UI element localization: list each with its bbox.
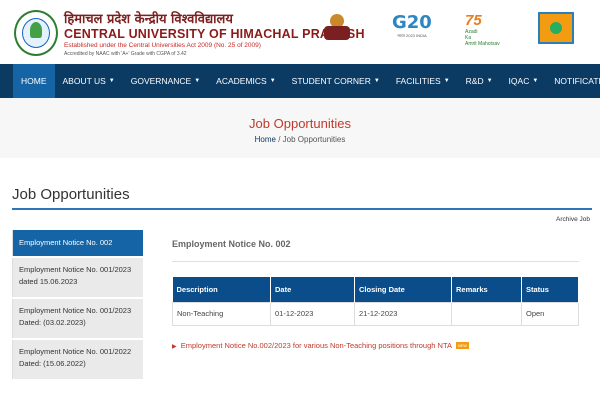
- breadcrumb-home-link[interactable]: Home: [255, 135, 276, 144]
- cell-remarks: [451, 301, 522, 326]
- notice-link-line: ▶ Employment Notice No.002/2023 for vari…: [172, 341, 582, 350]
- new-badge: NEW: [455, 342, 469, 350]
- table-header-remarks: Remarks: [451, 277, 522, 302]
- chevron-down-icon: ▼: [269, 78, 276, 84]
- nav-iqac-label: IQAC: [508, 76, 530, 86]
- azadi-number: 75: [465, 12, 482, 29]
- nav-r-and-d-label: R&D: [465, 76, 484, 86]
- breadcrumb-separator: /: [278, 135, 281, 144]
- archive-job-link[interactable]: Archive Job: [556, 216, 590, 223]
- g20-text: G20: [392, 12, 432, 33]
- sidebar-item-label: Employment Notice No. 001/2023 dated 15.…: [19, 265, 132, 286]
- notice-title: Employment Notice No. 002: [172, 239, 291, 249]
- cell-closing-date: 21-12-2023: [354, 301, 452, 326]
- nav-facilities[interactable]: FACILITIES ▼: [388, 64, 458, 98]
- chevron-down-icon: ▼: [532, 78, 539, 84]
- sidebar-item-notice-002[interactable]: Employment Notice No. 002: [12, 230, 143, 256]
- university-logo-icon[interactable]: [14, 10, 58, 56]
- employment-notice-link[interactable]: Employment Notice No.002/2023 for variou…: [181, 341, 452, 350]
- breadcrumb: Home / Job Opportunities: [0, 135, 600, 144]
- sidebar-item-notice-001-2022[interactable]: Employment Notice No. 001/2022 Dated: (1…: [12, 340, 143, 379]
- table-header-description: Description: [172, 277, 271, 302]
- table-header-status: Status: [521, 277, 579, 302]
- g20-subtitle: भारत 2023 INDIA: [397, 33, 427, 38]
- table-header-closing-date: Closing Date: [354, 277, 452, 302]
- page-title: Job Opportunities: [249, 116, 351, 131]
- state-emblem-icon: [538, 12, 574, 44]
- sidebar-item-notice-001-2023-feb[interactable]: Employment Notice No. 001/2023 Dated: (0…: [12, 299, 143, 338]
- notice-content: Employment Notice No. 002 Description Da…: [172, 230, 582, 350]
- job-table: Description Date Closing Date Remarks St…: [172, 277, 579, 326]
- nav-facilities-label: FACILITIES: [395, 76, 441, 86]
- nav-home-label: HOME: [21, 76, 47, 86]
- g20-logo: G20 भारत 2023 INDIA: [392, 12, 432, 39]
- table-header-date: Date: [270, 277, 355, 302]
- nav-about-us-label: ABOUT US: [62, 76, 106, 86]
- nav-notification[interactable]: NOTIFICATION▼: [546, 64, 600, 98]
- chevron-down-icon: ▼: [373, 78, 380, 84]
- main-navbar: HOME ABOUT US ▼ GOVERNANCE ▼ ACADEMICS ▼ ST…: [0, 64, 600, 98]
- sidebar-item-label: Employment Notice No. 001/2023 Dated: (0…: [19, 306, 132, 327]
- chevron-down-icon: ▼: [194, 78, 201, 84]
- emblem-icon: [322, 14, 352, 42]
- nav-r-and-d[interactable]: R&D ▼: [458, 64, 501, 98]
- breadcrumb-current: Job Opportunities: [282, 135, 346, 144]
- site-header: हिमाचल प्रदेश केन्द्रीय विश्वविद्यालय CE…: [0, 0, 600, 64]
- azadi-line-3: Amrit Mahotsav: [465, 41, 500, 47]
- page-banner: Job Opportunities Home / Job Opportuniti…: [0, 98, 600, 158]
- chevron-down-icon: ▼: [486, 78, 493, 84]
- chevron-down-icon: ▼: [108, 78, 115, 84]
- nav-academics[interactable]: ACADEMICS ▼: [208, 64, 284, 98]
- nav-home[interactable]: HOME: [13, 64, 55, 98]
- sidebar-item-label: Employment Notice No. 001/2022 Dated: (1…: [19, 347, 132, 368]
- table-row: Non-Teaching 01-12-2023 21-12-2023 Open: [172, 301, 579, 326]
- sidebar-item-notice-001-2023-june[interactable]: Employment Notice No. 001/2023 dated 15.…: [12, 258, 143, 297]
- table-header-row: Description Date Closing Date Remarks St…: [172, 277, 579, 302]
- sidebar-item-label: Employment Notice No. 002: [19, 238, 113, 247]
- nav-governance-label: GOVERNANCE: [130, 76, 192, 86]
- nav-student-corner-label: STUDENT CORNER: [291, 76, 371, 86]
- caret-right-icon: ▶: [172, 343, 177, 350]
- azadi-ka-amrit-mahotsav-logo: 75 Azadi Ka Amrit Mahotsav: [465, 12, 505, 47]
- section-title: Job Opportunities: [12, 186, 130, 203]
- section-divider: [12, 208, 592, 210]
- notice-divider: [172, 261, 579, 262]
- notice-sidebar: Employment Notice No. 002 Employment Not…: [12, 230, 143, 381]
- cell-description: Non-Teaching: [172, 301, 271, 326]
- nav-student-corner[interactable]: STUDENT CORNER ▼: [284, 64, 388, 98]
- nav-academics-label: ACADEMICS: [216, 76, 267, 86]
- accreditation-note: Accredited by NAAC with 'A+' Grade with …: [64, 51, 187, 57]
- university-name[interactable]: CENTRAL UNIVERSITY OF HIMACHAL PRADESH: [64, 27, 365, 41]
- nav-governance[interactable]: GOVERNANCE ▼: [123, 64, 208, 98]
- university-name-hindi: हिमाचल प्रदेश केन्द्रीय विश्वविद्यालय: [64, 12, 233, 27]
- establishment-note: Established under the Central Universiti…: [64, 42, 261, 49]
- nav-about-us[interactable]: ABOUT US ▼: [55, 64, 123, 98]
- cell-status: Open: [521, 301, 579, 326]
- chevron-down-icon: ▼: [443, 78, 450, 84]
- cell-date: 01-12-2023: [270, 301, 355, 326]
- nav-notification-label: NOTIFICATION: [554, 76, 600, 86]
- nav-iqac[interactable]: IQAC ▼: [501, 64, 547, 98]
